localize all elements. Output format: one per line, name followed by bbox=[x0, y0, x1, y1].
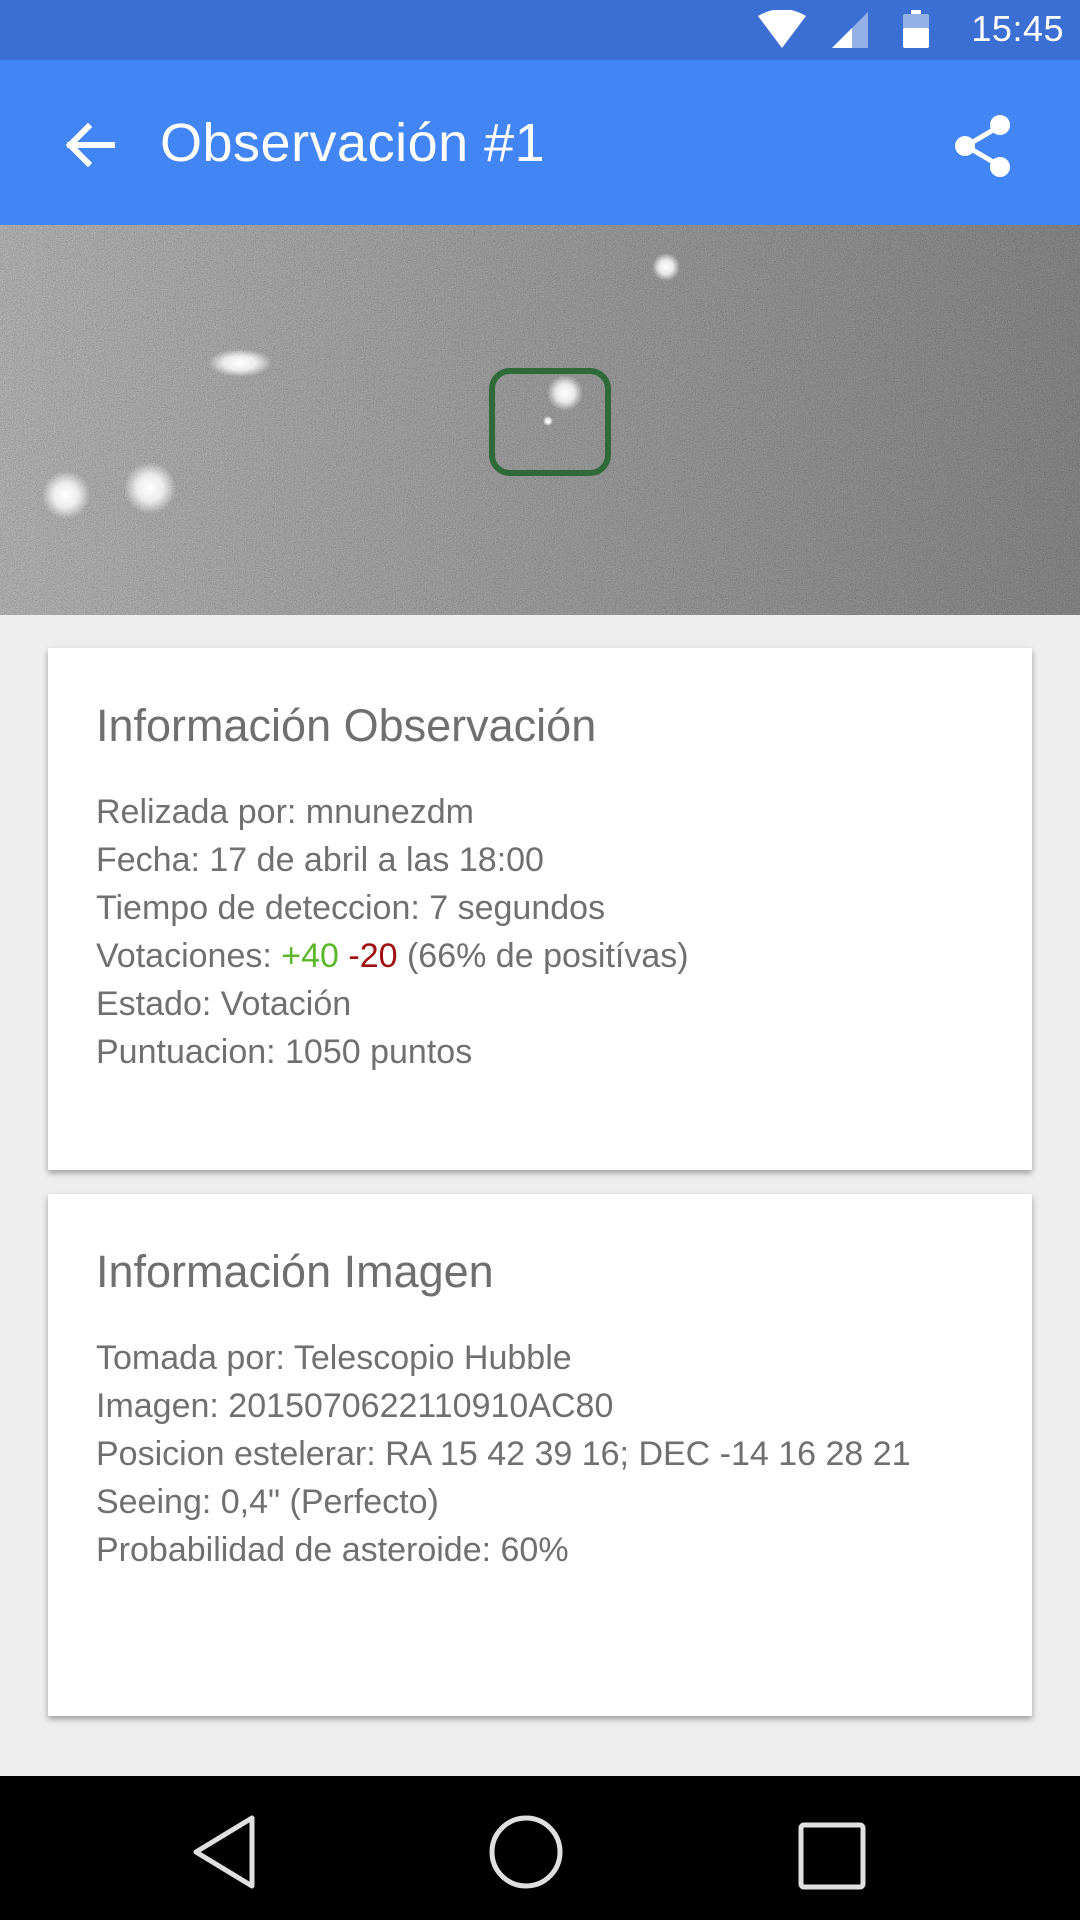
nav-back-icon[interactable] bbox=[190, 1814, 258, 1890]
detection-time: Tiempo de deteccion: 7 segundos bbox=[96, 889, 606, 927]
status-bar: 15:45 bbox=[0, 0, 1080, 60]
back-arrow-icon[interactable] bbox=[60, 115, 120, 175]
status-time: 15:45 bbox=[971, 8, 1064, 49]
image-id: Imagen: 2015070622110910AC80 bbox=[96, 1387, 614, 1425]
battery-icon bbox=[903, 10, 929, 48]
taken-by: Tomada por: Telescopio Hubble bbox=[96, 1339, 572, 1377]
votes-ratio: (66% de positívas) bbox=[406, 937, 689, 975]
votes-label: Votaciones: bbox=[96, 937, 272, 975]
votes-row: Votaciones: +40 -20 (66% de positívas) bbox=[96, 932, 689, 980]
observation-state: Estado: Votación bbox=[96, 985, 352, 1023]
seeing: Seeing: 0,4" (Perfecto) bbox=[96, 1483, 439, 1521]
observation-date: Fecha: 17 de abril a las 18:00 bbox=[96, 841, 544, 879]
votes-positive: +40 bbox=[281, 937, 339, 975]
observation-score: Puntuacion: 1050 puntos bbox=[96, 1033, 473, 1071]
nav-recents-icon[interactable] bbox=[798, 1822, 866, 1890]
observation-info-card: Información Observación Relizada por: mn… bbox=[48, 648, 1032, 1170]
asteroid-probability: Probabilidad de asteroide: 60% bbox=[96, 1531, 569, 1569]
star bbox=[124, 462, 176, 514]
star bbox=[543, 416, 553, 426]
share-icon[interactable] bbox=[954, 114, 1014, 178]
system-nav-bar bbox=[0, 1776, 1080, 1920]
image-info-title: Información Imagen bbox=[96, 1246, 494, 1297]
image-info-card: Información Imagen Tomada por: Telescopi… bbox=[48, 1194, 1032, 1716]
star-field bbox=[0, 225, 1080, 615]
star-position: Posicion estelerar: RA 15 42 39 16; DEC … bbox=[96, 1435, 911, 1473]
observation-info-title: Información Observación bbox=[96, 700, 597, 751]
signal-icon bbox=[832, 12, 868, 48]
wifi-icon bbox=[758, 10, 806, 48]
votes-negative: -20 bbox=[348, 937, 398, 975]
nav-home-icon[interactable] bbox=[488, 1814, 564, 1890]
star bbox=[208, 349, 272, 377]
star bbox=[42, 471, 90, 519]
star bbox=[652, 253, 680, 281]
performed-by: Relizada por: mnunezdm bbox=[96, 793, 474, 831]
star bbox=[547, 375, 583, 411]
page-title: Observación #1 bbox=[160, 113, 546, 173]
observation-image bbox=[0, 225, 1080, 615]
app-bar: Observación #1 bbox=[0, 60, 1080, 225]
